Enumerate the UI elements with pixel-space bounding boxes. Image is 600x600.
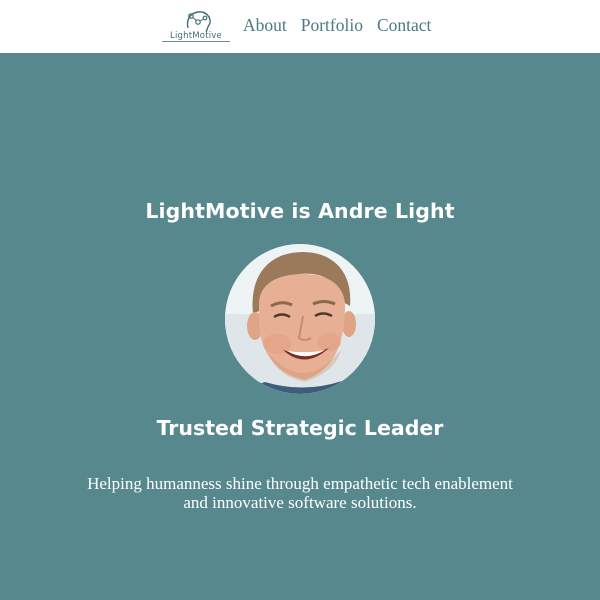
main-nav: About Portfolio Contact (243, 15, 431, 36)
hero-tagline: Helping humanness shine through empathet… (40, 474, 560, 512)
nav-contact-link[interactable]: Contact (377, 15, 431, 36)
hero-title: LightMotive is Andre Light (145, 199, 455, 223)
lightmotive-logo[interactable]: LightMotive (160, 8, 232, 46)
nav-about-link[interactable]: About (243, 15, 287, 36)
tagline-line-2: and innovative software solutions. (183, 493, 417, 512)
profile-photo (225, 244, 375, 394)
nav-portfolio-link[interactable]: Portfolio (301, 15, 363, 36)
tagline-line-1: Helping humanness shine through empathet… (87, 474, 513, 493)
site-header: LightMotive About Portfolio Contact (0, 0, 600, 53)
logo-underline (162, 41, 230, 42)
hero-subtitle: Trusted Strategic Leader (156, 416, 444, 440)
logo-text: LightMotive (170, 31, 222, 41)
